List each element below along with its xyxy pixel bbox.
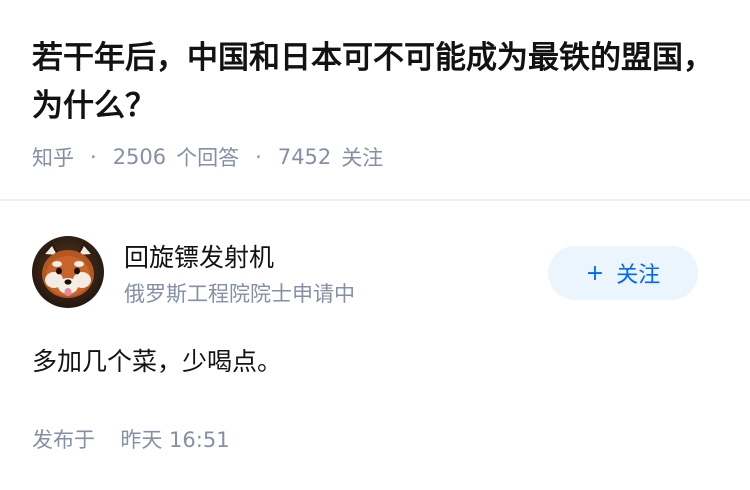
published-time: 昨天 16:51 [120,428,230,452]
follow-count[interactable]: 7452 [278,145,331,169]
published-label: 发布于 [32,428,95,452]
separator-dot: · [255,145,262,169]
follow-button-label: 关注 [616,263,661,288]
author-badge: 俄罗斯工程院院士申请中 [124,282,355,306]
divider [0,199,750,201]
answer-count[interactable]: 2506 [113,145,166,169]
follow-count-label[interactable]: 关注 [341,142,383,172]
plus-icon: + [585,260,605,286]
source-label[interactable]: 知乎 [32,142,74,172]
avatar[interactable] [32,236,104,308]
publish-info: 发布于 昨天 16:51 [32,424,230,454]
separator-dot: · [90,145,97,169]
question-meta: 知乎 · 2506 个回答 · 7452 关注 [32,142,722,172]
red-panda-avatar-icon [32,236,104,308]
answer-count-label[interactable]: 个回答 [176,142,239,172]
author-name[interactable]: 回旋镖发射机 [124,238,274,274]
question-header: 若干年后，中国和日本可不可能成为最铁的盟国，为什么？ 知乎 · 2506 个回答… [32,34,722,172]
author-card: 回旋镖发射机 俄罗斯工程院院士申请中 + 关注 [32,236,718,310]
answer-page: 若干年后，中国和日本可不可能成为最铁的盟国，为什么？ 知乎 · 2506 个回答… [0,0,750,490]
answer-content: 多加几个菜，少喝点。 [32,347,283,376]
question-title[interactable]: 若干年后，中国和日本可不可能成为最铁的盟国，为什么？ [32,34,722,130]
follow-button[interactable]: + 关注 [548,246,698,300]
